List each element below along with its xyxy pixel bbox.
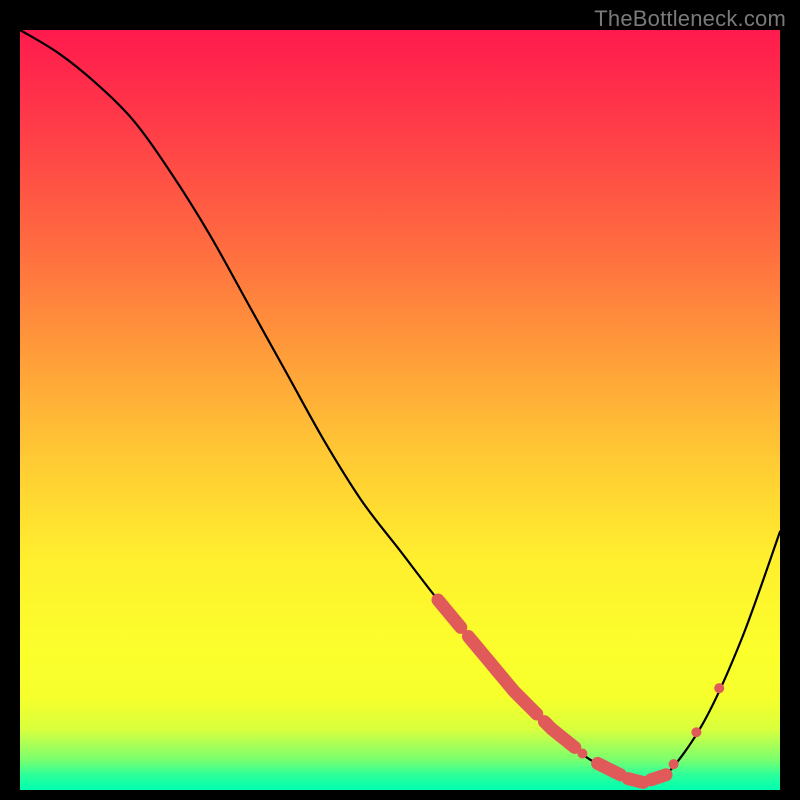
highlight-segment xyxy=(628,779,643,783)
highlight-segment xyxy=(651,775,666,780)
highlight-dot xyxy=(577,749,587,759)
highlight-dot xyxy=(714,683,724,693)
highlight-segment xyxy=(468,636,536,714)
watermark-text: TheBottleneck.com xyxy=(594,6,786,32)
bottleneck-curve xyxy=(20,30,780,783)
highlight-segment xyxy=(438,600,461,627)
highlight-segment xyxy=(544,722,574,748)
highlight-dot xyxy=(691,727,701,737)
highlight-dot xyxy=(433,595,443,605)
highlight-dot xyxy=(669,759,679,769)
highlight-dot xyxy=(448,613,458,623)
highlight-segment xyxy=(598,763,621,774)
curve-highlight-blobs xyxy=(438,600,666,782)
chart-plot-area xyxy=(20,30,780,790)
chart-svg xyxy=(20,30,780,790)
